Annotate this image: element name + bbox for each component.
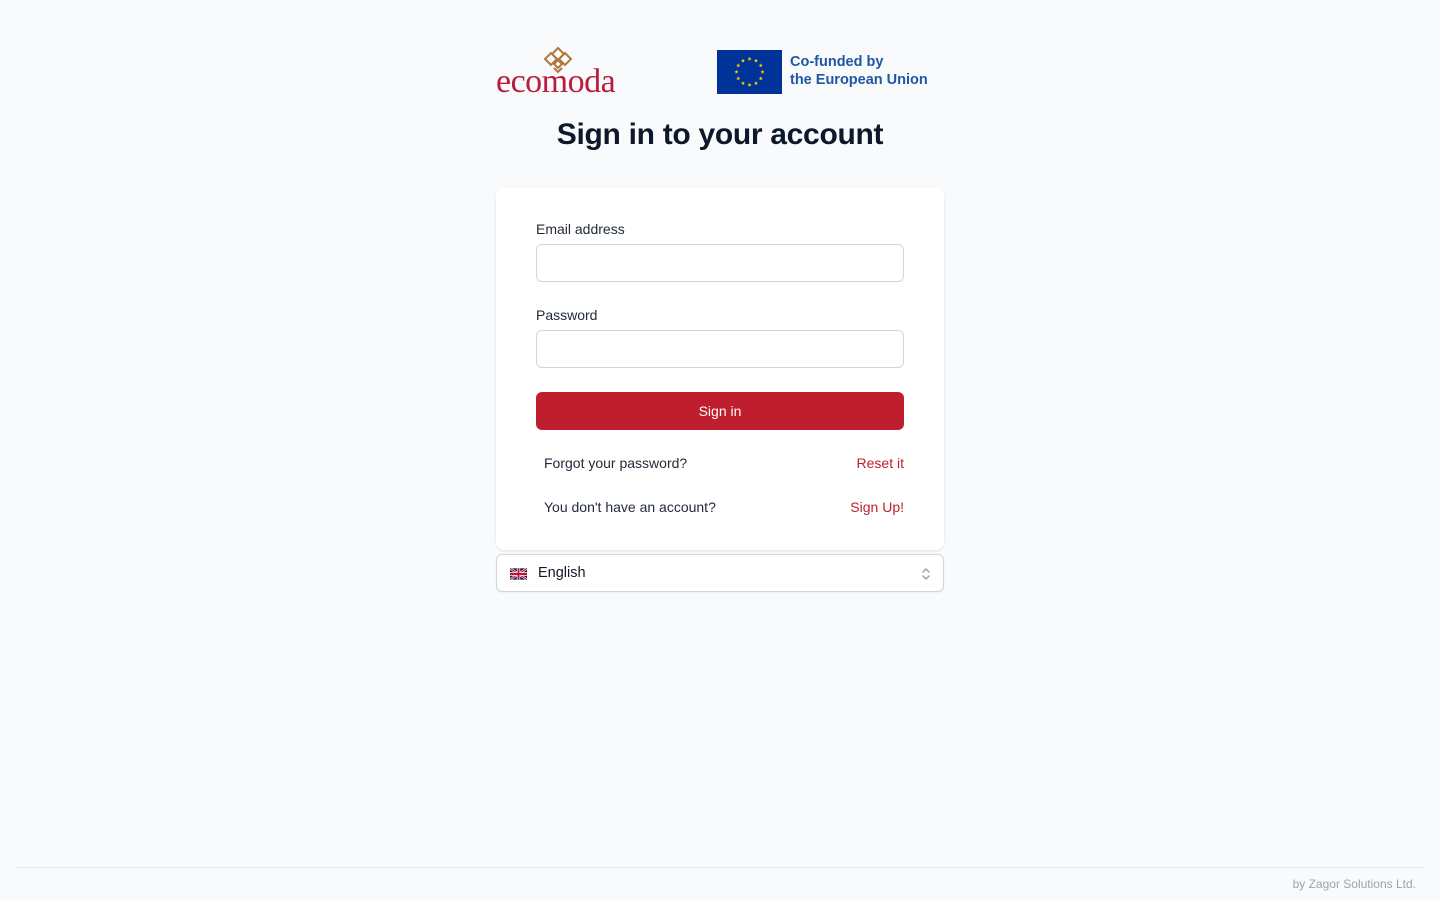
language-selected-label: English bbox=[538, 565, 586, 581]
signin-button[interactable]: Sign in bbox=[536, 392, 904, 430]
eu-cofunded-logo: Co-funded by the European Union bbox=[717, 50, 933, 94]
eu-line-1: Co-funded by bbox=[790, 54, 884, 70]
chevron-up-down-icon bbox=[922, 568, 930, 580]
forgot-password-row: Forgot your password? Reset it bbox=[544, 455, 904, 475]
eu-line-2: the European Union bbox=[790, 72, 928, 88]
forgot-password-text: Forgot your password? bbox=[544, 455, 688, 471]
footer-credit: by Zagor Solutions Ltd. bbox=[1292, 877, 1416, 891]
password-field[interactable] bbox=[536, 330, 904, 368]
email-label: Email address bbox=[536, 221, 625, 237]
signup-link[interactable]: Sign Up! bbox=[850, 499, 904, 515]
page-title: Sign in to your account bbox=[556, 118, 884, 151]
eu-cofunded-text: Co-funded by the European Union bbox=[790, 53, 928, 89]
ecomoda-wordmark: ecomoda bbox=[496, 63, 616, 100]
signin-card: Email address Password Sign in Forgot yo… bbox=[496, 188, 944, 550]
language-select[interactable]: English bbox=[496, 554, 944, 592]
eu-flag-icon bbox=[717, 50, 782, 94]
logos-header: ecomoda Co-funded by the European Union bbox=[496, 44, 944, 100]
email-field[interactable] bbox=[536, 244, 904, 282]
ecomoda-logo: ecomoda bbox=[496, 44, 620, 100]
signup-row: You don't have an account? Sign Up! bbox=[544, 499, 904, 519]
footer-divider bbox=[16, 867, 1424, 868]
uk-flag-icon bbox=[510, 568, 527, 580]
reset-password-link[interactable]: Reset it bbox=[857, 455, 904, 471]
no-account-text: You don't have an account? bbox=[544, 499, 716, 515]
password-label: Password bbox=[536, 307, 598, 323]
